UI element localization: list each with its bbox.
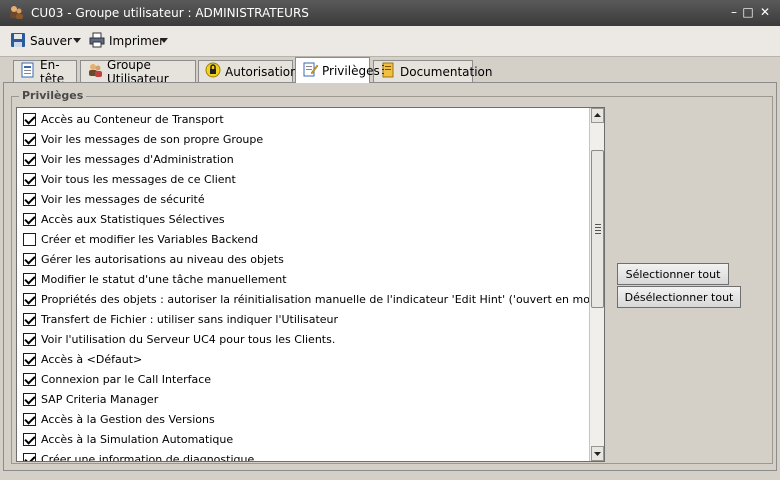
privilege-checkbox[interactable]	[23, 252, 36, 266]
privilege-label: Connexion par le Call Interface	[41, 372, 212, 386]
save-dropdown-arrow-icon[interactable]	[73, 38, 81, 43]
privilege-label: Voir les messages d'Administration	[41, 152, 234, 166]
title-bar: CU03 - Groupe utilisateur : ADMINISTRATE…	[0, 0, 780, 26]
privilege-label: SAP Criteria Manager	[41, 392, 159, 406]
list-item[interactable]: Voir les messages d'Administration	[23, 150, 234, 168]
tab-user-group[interactable]: Groupe Utilisateur	[80, 58, 196, 86]
privilege-checkbox[interactable]	[23, 172, 36, 186]
print-button[interactable]: Imprimer	[89, 31, 164, 51]
list-item[interactable]: Accès à la Gestion des Versions	[23, 410, 215, 428]
privilege-checkbox[interactable]	[23, 312, 36, 326]
privilege-label: Voir les messages de sécurité	[41, 192, 205, 206]
minimize-button[interactable]: –	[727, 5, 741, 19]
floppy-disk-icon	[10, 32, 26, 51]
privilege-checkbox[interactable]	[23, 152, 36, 166]
scroll-thumb[interactable]	[591, 150, 604, 308]
list-item[interactable]: Accès aux Statistiques Sélectives	[23, 210, 225, 228]
list-item[interactable]: Voir tous les messages de ce Client	[23, 170, 236, 188]
close-button[interactable]: ✕	[758, 5, 772, 19]
save-button[interactable]: Sauver	[10, 31, 72, 51]
privilege-label: Voir les messages de son propre Groupe	[41, 132, 264, 146]
privilege-checkbox[interactable]	[23, 272, 36, 286]
list-item[interactable]: Transfert de Fichier : utiliser sans ind…	[23, 310, 338, 328]
privilege-label: Gérer les autorisations au niveau des ob…	[41, 252, 284, 266]
list-item[interactable]: Accès à la Simulation Automatique	[23, 430, 233, 448]
privilege-label: Accès aux Statistiques Sélectives	[41, 212, 225, 226]
maximize-button[interactable]: □	[741, 5, 755, 19]
users-icon	[87, 62, 103, 81]
lock-icon	[205, 62, 221, 81]
privilege-label: Modifier le statut d'une tâche manuellem…	[41, 272, 287, 286]
list-item[interactable]: Gérer les autorisations au niveau des ob…	[23, 250, 284, 268]
list-item[interactable]: Créer et modifier les Variables Backend	[23, 230, 258, 248]
privilege-checkbox[interactable]	[23, 292, 36, 306]
privilege-label: Accès à la Gestion des Versions	[41, 412, 215, 426]
pencil-doc-icon	[302, 61, 319, 80]
privilege-label: Créer et modifier les Variables Backend	[41, 232, 259, 246]
privilege-checkbox[interactable]	[23, 212, 36, 226]
list-item[interactable]: Connexion par le Call Interface	[23, 370, 211, 388]
privilege-checkbox[interactable]	[23, 232, 36, 246]
privilege-checkbox[interactable]	[23, 432, 36, 446]
privilege-checkbox[interactable]	[23, 332, 36, 346]
deselect-all-button[interactable]: Désélectionner tout	[617, 286, 741, 308]
privilege-checkbox[interactable]	[23, 392, 36, 406]
privilege-label: Propriétés des objets : autoriser la réi…	[41, 292, 605, 306]
user-group-icon	[8, 4, 24, 20]
privilege-label: Créer une information de diagnostique	[41, 452, 255, 462]
privilege-checkbox[interactable]	[23, 412, 36, 426]
privilege-label: Voir tous les messages de ce Client	[41, 172, 236, 186]
privilege-label: Transfert de Fichier : utiliser sans ind…	[41, 312, 339, 326]
privilege-checkbox[interactable]	[23, 352, 36, 366]
list-item[interactable]: Modifier le statut d'une tâche manuellem…	[23, 270, 287, 288]
privilege-label: Accès à la Simulation Automatique	[41, 432, 234, 446]
tab-bar: En-tête Groupe Utilisateur Autorisations…	[0, 56, 780, 86]
tab-authorizations[interactable]: Autorisations	[198, 60, 304, 82]
notebook-icon	[380, 62, 396, 81]
list-item[interactable]: Voir les messages de son propre Groupe	[23, 130, 263, 148]
window-title: CU03 - Groupe utilisateur : ADMINISTRATE…	[31, 6, 309, 20]
vertical-scrollbar[interactable]	[589, 108, 604, 461]
privilege-label: Accès à <Défaut>	[41, 352, 143, 366]
list-item[interactable]: Accès au Conteneur de Transport	[23, 110, 224, 128]
scroll-up-button[interactable]	[591, 108, 604, 123]
list-item[interactable]: Propriétés des objets : autoriser la réi…	[23, 290, 605, 308]
header-doc-icon	[20, 62, 36, 81]
tab-header[interactable]: En-tête	[13, 58, 77, 86]
list-item[interactable]: Voir les messages de sécurité	[23, 190, 205, 208]
save-label: Sauver	[30, 34, 72, 48]
tab-label: Autorisations	[225, 64, 304, 79]
tab-documentation[interactable]: Documentation	[373, 60, 493, 82]
tab-label: Documentation	[400, 64, 493, 79]
privilege-checkbox[interactable]	[23, 452, 36, 461]
scroll-down-button[interactable]	[591, 446, 604, 461]
toolbar: Sauver Imprimer	[0, 26, 780, 57]
privilege-checkbox[interactable]	[23, 112, 36, 126]
tab-privileges[interactable]: Privilèges	[295, 57, 380, 83]
print-dropdown-arrow-icon[interactable]	[160, 38, 168, 43]
list-item[interactable]: SAP Criteria Manager	[23, 390, 158, 408]
tab-label: Privilèges	[322, 63, 380, 78]
privilege-checkbox[interactable]	[23, 372, 36, 386]
list-item[interactable]: Voir l'utilisation du Serveur UC4 pour t…	[23, 330, 335, 348]
list-item[interactable]: Accès à <Défaut>	[23, 350, 142, 368]
select-all-button[interactable]: Sélectionner tout	[617, 263, 729, 285]
privilege-label: Voir l'utilisation du Serveur UC4 pour t…	[41, 332, 336, 346]
privilege-checkbox[interactable]	[23, 132, 36, 146]
privilege-label: Accès au Conteneur de Transport	[41, 112, 224, 126]
privileges-group-title: Privilèges	[19, 89, 87, 102]
list-item[interactable]: Créer une information de diagnostique	[23, 450, 255, 462]
privileges-list[interactable]: Accès au Conteneur de Transport Voir les …	[16, 107, 605, 462]
privilege-checkbox[interactable]	[23, 192, 36, 206]
printer-icon	[89, 32, 105, 51]
print-label: Imprimer	[109, 34, 165, 48]
